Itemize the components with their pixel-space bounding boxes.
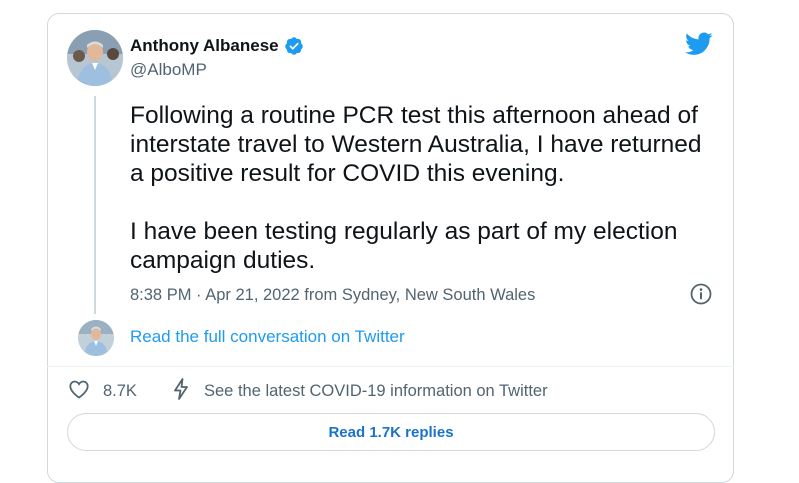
like-button[interactable]: 8.7K xyxy=(67,377,137,406)
tweet-timestamp[interactable]: 8:38 PM · Apr 21, 2022 from Sydney, New … xyxy=(130,285,535,305)
tweet-paragraph: I have been testing regularly as part of… xyxy=(130,218,678,274)
thread-line xyxy=(94,96,96,314)
covid-info-link[interactable]: See the latest COVID-19 information on T… xyxy=(170,377,548,406)
heart-icon xyxy=(67,377,91,406)
info-icon[interactable] xyxy=(689,282,713,306)
covid-info-label: See the latest COVID-19 information on T… xyxy=(204,382,548,400)
tweet-paragraph: Following a routine PCR test this aftern… xyxy=(130,102,702,187)
author-avatar[interactable] xyxy=(67,30,123,86)
twitter-bird-icon[interactable] xyxy=(685,32,713,56)
verified-badge-icon xyxy=(284,36,304,56)
author-name[interactable]: Anthony Albanese xyxy=(130,36,304,56)
author-name-text[interactable]: Anthony Albanese xyxy=(130,36,279,56)
like-count: 8.7K xyxy=(103,382,137,400)
divider xyxy=(47,366,734,367)
read-full-conversation-link[interactable]: Read the full conversation on Twitter xyxy=(130,327,405,347)
lightning-icon xyxy=(170,377,192,406)
read-replies-button[interactable]: Read 1.7K replies xyxy=(67,413,715,451)
author-handle[interactable]: @AlboMP xyxy=(130,60,207,80)
tweet-text: Following a routine PCR test this aftern… xyxy=(130,101,720,275)
reply-avatar[interactable] xyxy=(78,320,114,356)
